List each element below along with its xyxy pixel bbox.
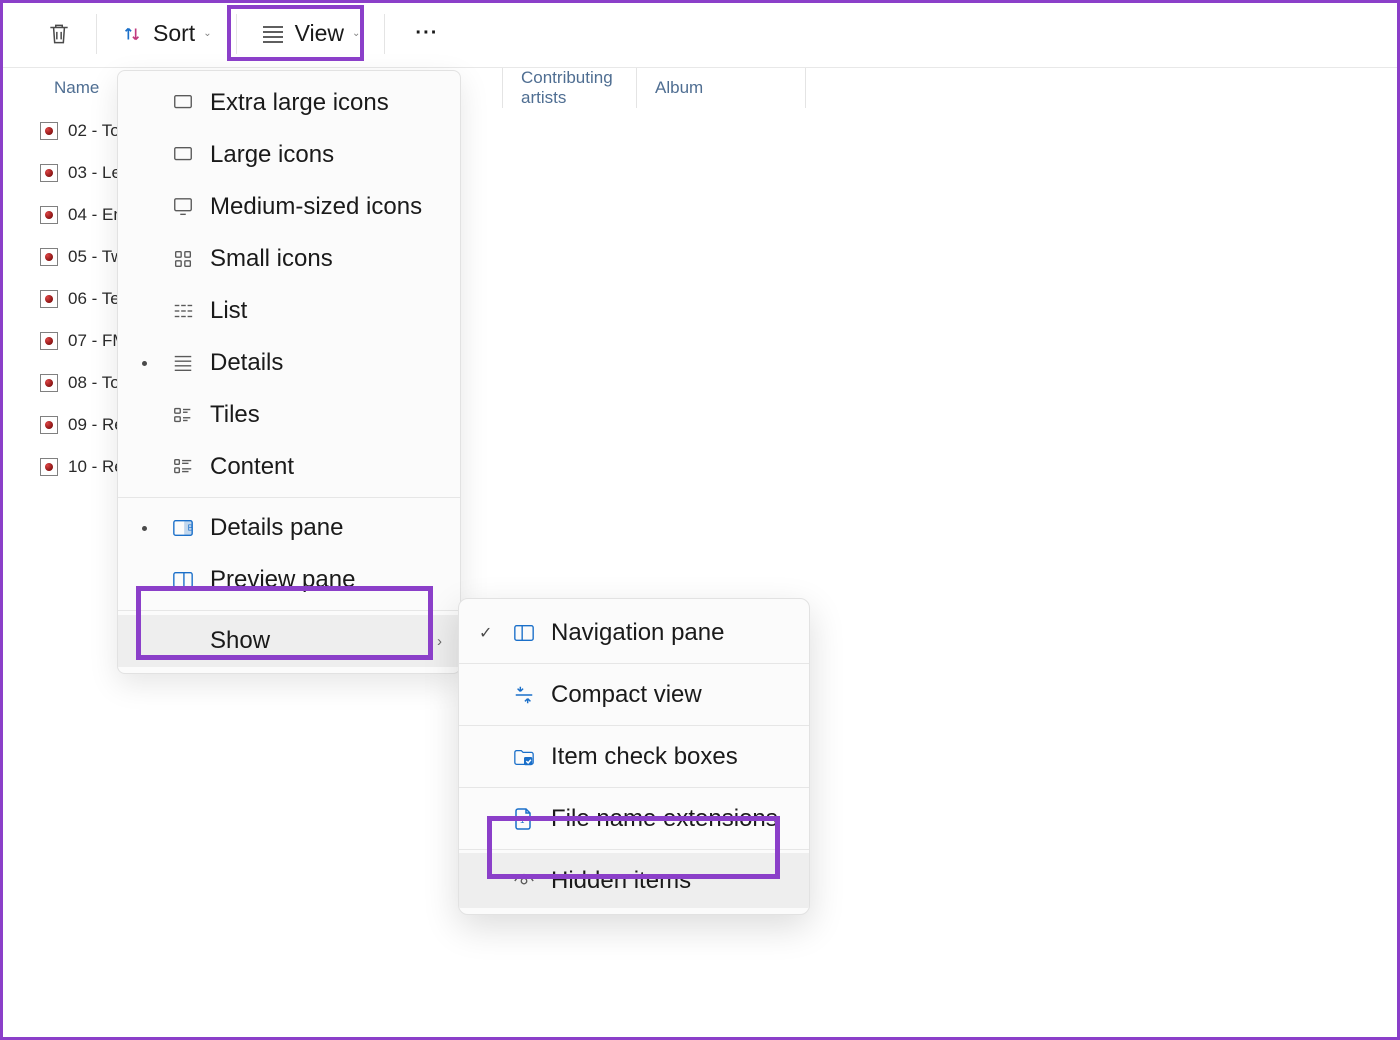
monitor-stand-icon [172, 196, 194, 218]
check-icon: ✓ [479, 623, 492, 643]
menu-item-extra-large-icons[interactable]: Extra large icons [118, 77, 460, 129]
submenu-item-navigation-pane[interactable]: ✓ Navigation pane [459, 605, 809, 660]
audio-file-icon [40, 290, 58, 308]
chevron-down-icon: ⌄ [203, 28, 211, 39]
submenu-item-label: File name extensions [551, 805, 778, 833]
audio-file-icon [40, 122, 58, 140]
submenu-item-file-name-extensions[interactable]: 1 File name extensions [459, 791, 809, 846]
menu-item-label: Extra large icons [210, 89, 389, 117]
audio-file-icon [40, 332, 58, 350]
delete-button[interactable] [34, 14, 84, 54]
audio-file-icon [40, 416, 58, 434]
details-pane-icon: B [172, 517, 194, 539]
grid-small-icon [172, 248, 194, 270]
submenu-item-hidden-items[interactable]: Hidden items [459, 853, 809, 908]
menu-item-label: Details [210, 349, 283, 377]
menu-item-label: Details pane [210, 514, 343, 542]
menu-item-label: Show [210, 627, 270, 655]
menu-item-label: List [210, 297, 247, 325]
menu-item-large-icons[interactable]: Large icons [118, 129, 460, 181]
tiles-icon [172, 404, 194, 426]
submenu-item-item-check-boxes[interactable]: Item check boxes [459, 729, 809, 784]
preview-pane-icon [172, 569, 194, 591]
ellipsis-icon: ··· [415, 22, 438, 44]
menu-item-preview-pane[interactable]: Preview pane [118, 554, 460, 606]
menu-item-label: Small icons [210, 245, 333, 273]
col-album[interactable]: Album [636, 68, 806, 108]
audio-file-icon [40, 248, 58, 266]
chevron-right-icon: › [437, 633, 442, 650]
list-3col-icon [172, 300, 194, 322]
menu-item-label: Medium-sized icons [210, 193, 422, 221]
audio-file-icon [40, 164, 58, 182]
menu-item-label: Tiles [210, 401, 260, 429]
menu-item-show[interactable]: Show › [118, 615, 460, 667]
submenu-item-compact-view[interactable]: Compact view [459, 667, 809, 722]
nav-pane-icon [513, 622, 535, 644]
audio-file-icon [40, 206, 58, 224]
sort-label: Sort [153, 20, 195, 47]
audio-file-icon [40, 458, 58, 476]
menu-item-label: Preview pane [210, 566, 355, 594]
submenu-item-label: Hidden items [551, 867, 691, 895]
hidden-eye-icon [513, 870, 535, 892]
menu-item-tiles[interactable]: Tiles [118, 389, 460, 441]
svg-text:B: B [188, 524, 194, 533]
menu-item-small-icons[interactable]: Small icons [118, 233, 460, 285]
menu-separator [118, 497, 460, 498]
menu-item-content[interactable]: Content [118, 441, 460, 493]
submenu-item-label: Compact view [551, 681, 702, 709]
list-lines-icon [261, 24, 285, 44]
menu-separator [459, 849, 809, 850]
file-name: 02 - To [68, 121, 120, 141]
menu-item-label: Content [210, 453, 294, 481]
toolbar-divider [384, 14, 385, 54]
toolbar: Sort ⌄ View ⌄ ··· [0, 0, 1400, 68]
trash-icon [46, 20, 72, 48]
bullet-icon [142, 526, 147, 531]
compact-icon [513, 684, 535, 706]
view-button[interactable]: View ⌄ [249, 14, 373, 53]
col-contributing-artists[interactable]: Contributing artists [502, 68, 636, 108]
menu-separator [459, 725, 809, 726]
chevron-down-icon: ⌄ [352, 28, 360, 39]
show-submenu: ✓ Navigation pane Compact view Item check b… [458, 598, 810, 915]
view-dropdown-menu: Extra large icons Large icons Medium-sized… [117, 70, 461, 674]
audio-file-icon [40, 374, 58, 392]
view-label: View [295, 20, 344, 47]
menu-item-details-pane[interactable]: B Details pane [118, 502, 460, 554]
menu-separator [459, 787, 809, 788]
submenu-item-label: Navigation pane [551, 619, 724, 647]
menu-item-list[interactable]: List [118, 285, 460, 337]
file-ext-icon: 1 [513, 808, 535, 830]
bullet-icon [142, 361, 147, 366]
menu-item-medium-sized-icons[interactable]: Medium-sized icons [118, 181, 460, 233]
toolbar-divider [236, 14, 237, 54]
sort-icon [121, 23, 143, 45]
menu-separator [118, 610, 460, 611]
menu-item-details[interactable]: Details [118, 337, 460, 389]
list-lines-icon [172, 352, 194, 374]
menu-item-label: Large icons [210, 141, 334, 169]
sort-button[interactable]: Sort ⌄ [109, 14, 224, 53]
checkbox-folder-icon [513, 746, 535, 768]
submenu-item-label: Item check boxes [551, 743, 738, 771]
toolbar-divider [96, 14, 97, 54]
svg-text:1: 1 [520, 816, 525, 825]
menu-separator [459, 663, 809, 664]
more-options-button[interactable]: ··· [397, 16, 456, 51]
monitor-icon [172, 92, 194, 114]
content-icon [172, 456, 194, 478]
monitor-icon [172, 144, 194, 166]
